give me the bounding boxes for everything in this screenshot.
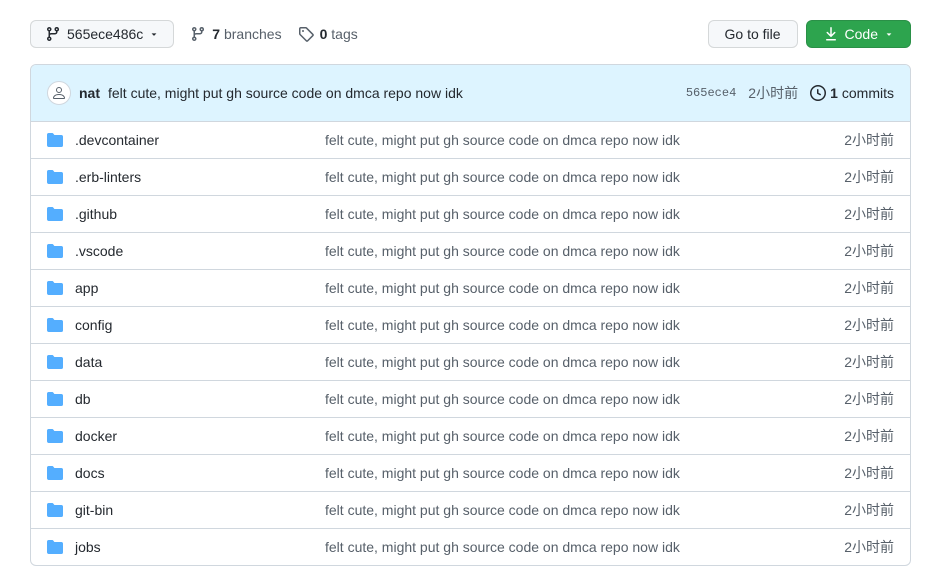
folder-icon — [47, 465, 63, 481]
toolbar-right: Go to file Code — [708, 20, 912, 48]
file-commit-message[interactable]: felt cute, might put gh source code on d… — [325, 391, 828, 407]
download-icon — [823, 26, 839, 42]
file-time: 2小时前 — [844, 500, 894, 520]
file-list: nat felt cute, might put gh source code … — [30, 64, 911, 566]
caret-down-icon — [149, 29, 159, 39]
commit-time: 2小时前 — [748, 83, 798, 103]
folder-icon — [47, 391, 63, 407]
folder-icon — [47, 280, 63, 296]
tag-icon — [298, 26, 314, 42]
commit-message[interactable]: felt cute, might put gh source code on d… — [108, 85, 678, 101]
commits-count: 1 — [830, 85, 838, 101]
file-commit-message[interactable]: felt cute, might put gh source code on d… — [325, 243, 828, 259]
file-name[interactable]: jobs — [75, 539, 325, 555]
file-name[interactable]: app — [75, 280, 325, 296]
file-name[interactable]: docs — [75, 465, 325, 481]
file-row: dbfelt cute, might put gh source code on… — [31, 381, 910, 418]
file-commit-message[interactable]: felt cute, might put gh source code on d… — [325, 206, 828, 222]
code-label: Code — [845, 26, 878, 42]
file-name[interactable]: data — [75, 354, 325, 370]
file-name[interactable]: .vscode — [75, 243, 325, 259]
file-name[interactable]: git-bin — [75, 502, 325, 518]
folder-icon — [47, 206, 63, 222]
file-commit-message[interactable]: felt cute, might put gh source code on d… — [325, 428, 828, 444]
folder-icon — [47, 502, 63, 518]
file-time: 2小时前 — [844, 278, 894, 298]
caret-down-icon — [884, 29, 894, 39]
file-time: 2小时前 — [844, 352, 894, 372]
avatar[interactable] — [47, 81, 71, 105]
commits-link[interactable]: 1 commits — [810, 85, 894, 101]
file-row: configfelt cute, might put gh source cod… — [31, 307, 910, 344]
file-row: dockerfelt cute, might put gh source cod… — [31, 418, 910, 455]
tags-link[interactable]: 0 tags — [298, 26, 358, 42]
file-commit-message[interactable]: felt cute, might put gh source code on d… — [325, 539, 828, 555]
file-name[interactable]: docker — [75, 428, 325, 444]
history-icon — [810, 85, 826, 101]
commit-sha[interactable]: 565ece4 — [686, 86, 736, 100]
folder-icon — [47, 428, 63, 444]
commit-author[interactable]: nat — [79, 85, 100, 101]
tags-count: 0 — [320, 26, 328, 42]
file-time: 2小时前 — [844, 167, 894, 187]
branches-label: branches — [224, 26, 282, 42]
file-row: jobsfelt cute, might put gh source code … — [31, 529, 910, 565]
file-name[interactable]: .erb-linters — [75, 169, 325, 185]
folder-icon — [47, 243, 63, 259]
folder-icon — [47, 132, 63, 148]
file-row: .githubfelt cute, might put gh source co… — [31, 196, 910, 233]
branch-name: 565ece486c — [67, 26, 143, 42]
file-name[interactable]: config — [75, 317, 325, 333]
file-commit-message[interactable]: felt cute, might put gh source code on d… — [325, 317, 828, 333]
file-name[interactable]: .github — [75, 206, 325, 222]
folder-icon — [47, 317, 63, 333]
go-to-file-button[interactable]: Go to file — [708, 20, 798, 48]
file-time: 2小时前 — [844, 204, 894, 224]
branch-select[interactable]: 565ece486c — [30, 20, 174, 48]
code-button[interactable]: Code — [806, 20, 911, 48]
file-time: 2小时前 — [844, 315, 894, 335]
tags-label: tags — [331, 26, 357, 42]
file-time: 2小时前 — [844, 426, 894, 446]
file-row: .vscodefelt cute, might put gh source co… — [31, 233, 910, 270]
toolbar-left: 565ece486c 7 branches 0 tags — [30, 20, 358, 48]
commits-label: commits — [842, 85, 894, 101]
folder-icon — [47, 539, 63, 555]
file-time: 2小时前 — [844, 463, 894, 483]
commit-meta: 565ece4 2小时前 1 commits — [686, 83, 894, 103]
file-time: 2小时前 — [844, 241, 894, 261]
file-time: 2小时前 — [844, 389, 894, 409]
file-row: git-binfelt cute, might put gh source co… — [31, 492, 910, 529]
file-time: 2小时前 — [844, 130, 894, 150]
repo-toolbar: 565ece486c 7 branches 0 tags Go to file … — [30, 20, 911, 48]
file-name[interactable]: db — [75, 391, 325, 407]
file-row: appfelt cute, might put gh source code o… — [31, 270, 910, 307]
file-row: .devcontainerfelt cute, might put gh sou… — [31, 122, 910, 159]
file-commit-message[interactable]: felt cute, might put gh source code on d… — [325, 169, 828, 185]
branch-icon — [45, 26, 61, 42]
branch-icon — [190, 26, 206, 42]
file-time: 2小时前 — [844, 537, 894, 557]
file-row: .erb-lintersfelt cute, might put gh sour… — [31, 159, 910, 196]
file-row: docsfelt cute, might put gh source code … — [31, 455, 910, 492]
latest-commit-bar: nat felt cute, might put gh source code … — [31, 65, 910, 122]
file-commit-message[interactable]: felt cute, might put gh source code on d… — [325, 465, 828, 481]
folder-icon — [47, 354, 63, 370]
branches-link[interactable]: 7 branches — [190, 26, 281, 42]
file-commit-message[interactable]: felt cute, might put gh source code on d… — [325, 132, 828, 148]
file-commit-message[interactable]: felt cute, might put gh source code on d… — [325, 502, 828, 518]
file-commit-message[interactable]: felt cute, might put gh source code on d… — [325, 280, 828, 296]
file-name[interactable]: .devcontainer — [75, 132, 325, 148]
branches-count: 7 — [212, 26, 220, 42]
file-row: datafelt cute, might put gh source code … — [31, 344, 910, 381]
folder-icon — [47, 169, 63, 185]
file-commit-message[interactable]: felt cute, might put gh source code on d… — [325, 354, 828, 370]
